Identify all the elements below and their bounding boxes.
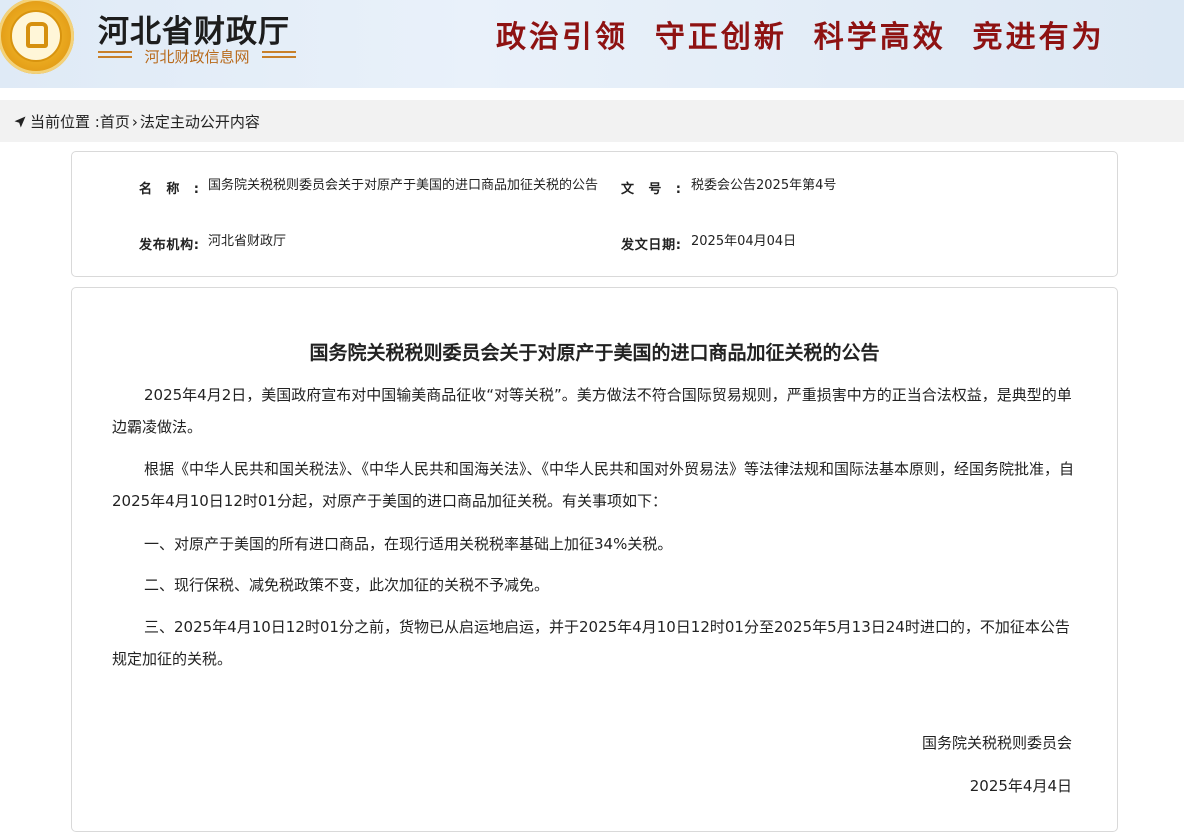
header-slogan: 政治引领 守正创新 科学高效 竞进有为 [496, 20, 1105, 55]
breadcrumb-home-link[interactable]: 首页 [100, 113, 130, 131]
emblem-inner-ring [10, 10, 62, 62]
breadcrumb-trail: 当前位置 :首页 › 法定主动公开内容 [14, 111, 260, 132]
site-subtitle-block: 河北财政信息网 [98, 46, 296, 66]
name-label: 名称: [139, 182, 199, 197]
location-arrow-icon [14, 116, 26, 128]
subtitle-right-rule [262, 51, 296, 53]
issuer-value: 河北省财政厅 [208, 234, 287, 249]
breadcrumb-prefix: 当前位置 : [30, 113, 100, 131]
name-value: 国务院关税税则委员会关于对原产于美国的进口商品加征关税的公告 [208, 178, 599, 193]
doc-number-value: 税委会公告2025年第4号 [691, 178, 837, 193]
article-paragraph: 二、现行保税、减免税政策不变，此次加征的关税不予减免。 [144, 576, 550, 594]
breadcrumb: 当前位置 :首页 › 法定主动公开内容 [0, 100, 1184, 142]
issue-date-label: 发文日期: [621, 238, 681, 253]
site-header: 河北省财政厅 河北财政信息网 政治引领 守正创新 科学高效 竞进有为 [0, 0, 1184, 88]
article-paragraph: 三、2025年4月10日12时01分之前，货物已从启运地启运，并于2025年4月… [112, 618, 1070, 668]
article-paragraph: 根据《中华人民共和国关税法》、《中华人民共和国海关法》、《中华人民共和国对外贸易… [112, 460, 1075, 510]
site-name[interactable]: 河北省财政厅 [98, 6, 290, 51]
signature-issuer: 国务院关税税则委员会 [921, 734, 1072, 752]
document-meta-box: 名称: 国务院关税税则委员会关于对原产于美国的进口商品加征关税的公告 文号: 税… [71, 151, 1118, 277]
breadcrumb-separator: › [131, 113, 138, 131]
doc-number-label: 文号: [621, 182, 681, 197]
site-subtitle: 河北财政信息网 [144, 48, 250, 66]
signature-date: 2025年4月4日 [969, 777, 1072, 795]
issuer-label: 发布机构: [139, 238, 199, 253]
article-content: 国务院关税税则委员会关于对原产于美国的进口商品加征关税的公告 2025年4月2日… [71, 287, 1118, 832]
article-paragraph: 一、对原产于美国的所有进口商品，在现行适用关税税率基础上加征34%关税。 [144, 535, 673, 553]
breadcrumb-current: 法定主动公开内容 [139, 113, 260, 131]
article-paragraph: 2025年4月2日，美国政府宣布对中国输美商品征收“对等关税”。美方做法不符合国… [112, 386, 1072, 436]
finance-emblem-logo[interactable] [0, 0, 74, 74]
issue-date-value: 2025年04月04日 [691, 234, 797, 249]
emblem-mark-icon [26, 22, 48, 48]
article-title: 国务院关税税则委员会关于对原产于美国的进口商品加征关税的公告 [309, 342, 880, 364]
